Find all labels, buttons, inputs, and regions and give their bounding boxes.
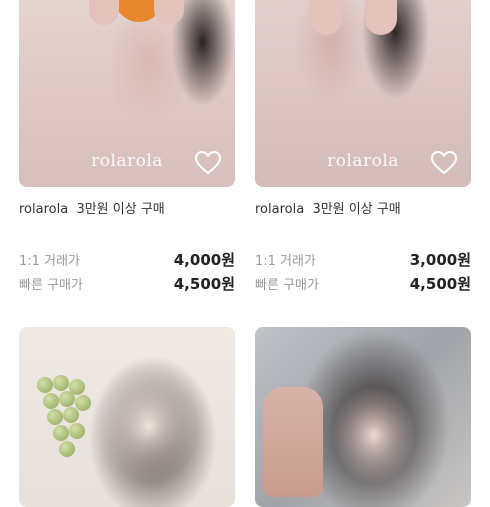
price-label: 빠른 구매가 [19, 277, 83, 293]
price-value: 4,000원 [173, 250, 235, 269]
product-brand: rolarola [19, 202, 69, 217]
product-card[interactable] [255, 327, 471, 507]
product-card[interactable] [19, 327, 235, 507]
product-image[interactable] [19, 327, 235, 507]
price-row: 1:1 거래가 3,000원 [255, 247, 471, 271]
price-label: 1:1 거래가 [19, 253, 80, 269]
product-card[interactable]: rolarola rolarola 3만원 이상 구매 1:1 거래가 3,00… [255, 0, 471, 295]
price-row: 빠른 구매가 4,500원 [255, 271, 471, 295]
product-image[interactable] [255, 327, 471, 507]
heart-icon[interactable] [195, 151, 221, 175]
product-image[interactable]: rolarola [255, 0, 471, 187]
grapes [27, 357, 97, 477]
product-title[interactable]: rolarola 3만원 이상 구매 [255, 201, 471, 219]
price-label: 1:1 거래가 [255, 253, 316, 269]
product-condition: 3만원 이상 구매 [312, 202, 401, 217]
peace-sign-hand [263, 387, 323, 497]
price-value: 4,500원 [409, 274, 471, 293]
hand [154, 0, 184, 25]
hand [89, 0, 119, 25]
heart-icon[interactable] [431, 151, 457, 175]
product-grid: rolarola rolarola 3만원 이상 구매 1:1 거래가 4,00… [0, 0, 490, 507]
price-label: 빠른 구매가 [255, 277, 319, 293]
hand [365, 0, 397, 35]
price-row: 1:1 거래가 4,000원 [19, 247, 235, 271]
product-card[interactable]: rolarola rolarola 3만원 이상 구매 1:1 거래가 4,00… [19, 0, 235, 295]
price-value: 3,000원 [409, 250, 471, 269]
product-image[interactable]: rolarola [19, 0, 235, 187]
price-rows: 1:1 거래가 3,000원 빠른 구매가 4,500원 [255, 247, 471, 295]
product-title[interactable]: rolarola 3만원 이상 구매 [19, 201, 235, 219]
product-condition: 3만원 이상 구매 [76, 202, 165, 217]
price-row: 빠른 구매가 4,500원 [19, 271, 235, 295]
price-value: 4,500원 [173, 274, 235, 293]
hand [310, 0, 342, 35]
product-brand: rolarola [255, 202, 305, 217]
price-rows: 1:1 거래가 4,000원 빠른 구매가 4,500원 [19, 247, 235, 295]
